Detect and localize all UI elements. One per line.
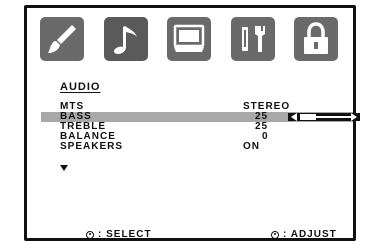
music-note-icon [113, 26, 137, 54]
footer-adjust-hint: : ADJUST [271, 229, 337, 240]
brush-icon [48, 25, 76, 53]
menu-row-speakers[interactable]: SPEAKERS ON [41, 142, 353, 152]
tv-screen-icon [173, 24, 205, 52]
joystick-icon [271, 230, 279, 239]
bass-slider[interactable] [288, 113, 360, 121]
select-hint-label: : SELECT [98, 229, 152, 240]
slider-track [316, 116, 352, 118]
menu-value: ON [243, 141, 260, 152]
tv-menu-screen: AUDIO MTS STEREO BASS 25 TREBLE 25 BALAN… [24, 5, 360, 241]
padlock-icon [304, 22, 328, 54]
menu-value: STEREO [243, 101, 291, 112]
slider-level [300, 114, 316, 120]
audio-menu: MTS STEREO BASS 25 TREBLE 25 BALANCE 0 S… [41, 101, 360, 152]
menu-value: 0 [262, 131, 269, 142]
footer-select-hint: : SELECT [86, 229, 152, 240]
tab-picture[interactable] [40, 17, 84, 61]
section-title: AUDIO [60, 81, 101, 93]
joystick-icon [86, 230, 94, 239]
tab-lock[interactable] [294, 17, 338, 61]
tab-audio[interactable] [103, 17, 148, 61]
tools-icon [241, 26, 265, 52]
slider-left-arrow-icon [291, 113, 297, 121]
menu-tab-bar [40, 17, 338, 61]
tab-setup[interactable] [230, 17, 275, 61]
adjust-hint-label: : ADJUST [283, 229, 337, 240]
tab-timer[interactable] [167, 17, 211, 61]
scroll-down-arrow-icon [60, 165, 68, 171]
menu-label: SPEAKERS [60, 141, 124, 152]
slider-right-arrow-icon [351, 113, 357, 121]
